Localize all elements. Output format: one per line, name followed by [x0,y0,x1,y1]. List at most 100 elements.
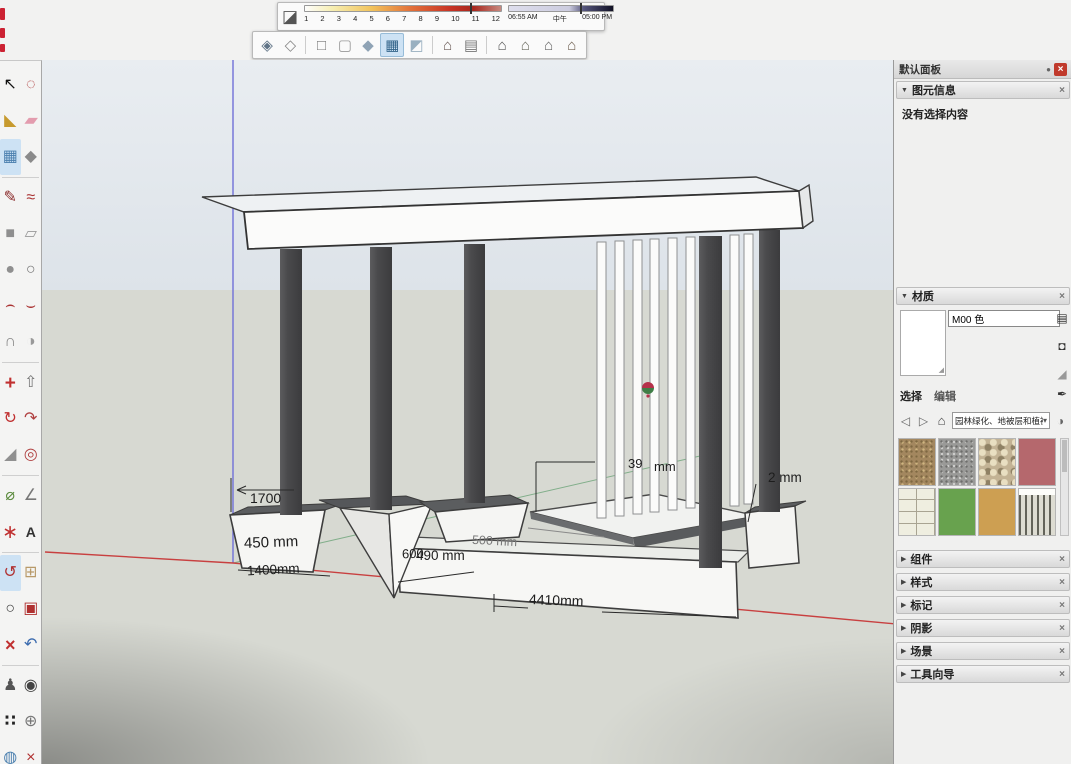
extra-tool-a[interactable]: ◍ [0,740,21,764]
rectangle-tool[interactable]: ■ [0,216,21,252]
model-canvas[interactable]: 1700 450 mm 1400mm 600 490 mm 500 mm 441… [42,60,893,764]
entity-info-close-icon[interactable]: × [1059,85,1065,96]
rotate-tool[interactable]: ↻ [0,401,21,437]
date-slider-handle[interactable] [470,3,472,14]
home-icon[interactable]: ⌂ [934,413,949,428]
tags-section[interactable]: ▶ 标记 × [896,596,1070,614]
materials-close-icon[interactable]: × [1059,291,1065,302]
paint-bucket-tool[interactable]: ◣ [0,103,21,139]
swatch-scrollbar[interactable] [1060,438,1069,536]
tape-measure-tool[interactable]: ⌀ [0,478,21,514]
view-iso-button[interactable]: ⌂ [437,34,459,56]
hidden-line-button[interactable]: ▢ [334,34,356,56]
view-back-button[interactable]: ⌂ [537,34,559,56]
back-edges-button[interactable]: ◇ [279,34,301,56]
select-tool[interactable]: ↖ [0,67,21,103]
zoom-tool[interactable]: ○ [0,591,21,627]
secondary-pane-toggle[interactable]: ◢ [1054,366,1070,382]
toggle-shadows-button[interactable]: ◪ [282,6,298,28]
tab-edit[interactable]: 编辑 [934,388,956,404]
material-sample-tool[interactable]: ▦ [0,139,21,175]
protractor-tool[interactable]: ∠ [21,478,42,514]
details-icon[interactable]: ◑ [1053,414,1068,428]
rotated-rectangle-tool[interactable]: ▱ [21,216,42,252]
section-plane-tool[interactable]: ⊕ [21,704,42,740]
look-around-tool[interactable]: ◉ [21,668,42,704]
scale-tool[interactable]: ◢ [0,437,21,473]
shadow-time-slider[interactable] [508,5,614,12]
material-swatch-solid-rose[interactable] [1018,438,1056,486]
view-right-button[interactable]: ⌂ [514,34,536,56]
sample-paint-button[interactable]: ✒ [1054,386,1070,402]
time-slider-handle[interactable] [580,3,582,14]
components-section[interactable]: ▶ 组件 × [896,550,1070,568]
back-arrow-icon[interactable]: ◁ [898,414,913,428]
eraser-tool[interactable]: ▰ [21,103,42,139]
monochrome-button[interactable]: ◩ [405,34,427,56]
zoom-window-tool[interactable]: ▣ [21,591,42,627]
3d-text-tool[interactable]: A [21,514,42,550]
line-tool[interactable]: ✎ [0,180,21,216]
two-point-arc-tool[interactable]: ⌣ [21,288,42,324]
material-swatch-fence-gray[interactable] [1018,488,1056,536]
scenes-section[interactable]: ▶ 场景 × [896,642,1070,660]
material-category-dropdown[interactable]: 园林绿化、地被层和植被 ▾ [952,412,1050,429]
arc-tool[interactable]: ⌢ [0,288,21,324]
previous-view-icon: ↶ [24,637,37,653]
styles-section[interactable]: ▶ 样式 × [896,573,1070,591]
entity-info-header[interactable]: ▼ 图元信息 × [896,81,1070,99]
follow-me-tool[interactable]: ↷ [21,401,42,437]
material-name-input[interactable] [948,310,1060,327]
pie-tool[interactable]: ◑ [21,324,42,360]
section-close-icon[interactable]: × [1059,669,1065,680]
move-tool[interactable]: + [0,365,21,401]
display-pane-button[interactable]: ◘ [1054,338,1070,354]
section-close-icon[interactable]: × [1059,623,1065,634]
shaded-textures-button[interactable]: ▦ [380,33,404,57]
section-close-icon[interactable]: × [1059,600,1065,611]
scrollbar-thumb[interactable] [1062,440,1067,472]
freehand-tool[interactable]: ≈ [21,180,42,216]
push-pull-tool[interactable]: ⇧ [21,365,42,401]
pin-icon[interactable]: ● [1046,65,1051,74]
material-swatch-gravel-gray[interactable] [938,438,976,486]
material-swatch-rocks-beige[interactable] [978,438,1016,486]
polygon-tool[interactable]: ○ [21,252,42,288]
section-close-icon[interactable]: × [1059,646,1065,657]
shadows-section[interactable]: ▶ 阴影 × [896,619,1070,637]
extra-tool-b[interactable]: × [21,740,42,764]
create-material-button[interactable]: ▤ [1054,310,1070,326]
offset-tool[interactable]: ◎ [21,437,42,473]
view-front-button[interactable]: ⌂ [491,34,513,56]
shadow-date-slider[interactable] [304,5,502,12]
axes-tool[interactable]: ∗ [0,514,21,550]
pan-tool[interactable]: ⊞ [21,555,42,591]
section-close-icon[interactable]: × [1059,554,1065,565]
orbit-tool[interactable]: ↺ [0,555,21,591]
view-left-button[interactable]: ⌂ [561,34,583,56]
forward-arrow-icon[interactable]: ▷ [916,414,931,428]
tab-select[interactable]: 选择 [900,388,922,404]
material-swatch-pavers-white[interactable] [898,488,936,536]
view-top-button[interactable]: ▤ [460,34,482,56]
material-swatch-solid-green[interactable] [938,488,976,536]
lasso-select-tool[interactable]: ◌ [21,67,42,103]
preview-resize-icon[interactable]: ◢ [939,366,944,374]
shaded-button[interactable]: ◆ [357,34,379,56]
tray-titlebar[interactable]: 默认面板 ● × [894,60,1071,79]
zoom-extents-tool[interactable]: × [0,627,21,663]
three-point-arc-tool[interactable]: ∩ [0,324,21,360]
instructor-section[interactable]: ▶ 工具向导 × [896,665,1070,683]
section-close-icon[interactable]: × [1059,577,1065,588]
xray-button[interactable]: ◈ [256,34,278,56]
materials-header[interactable]: ▼ 材质 × [896,287,1070,305]
circle-tool[interactable]: ● [0,252,21,288]
tray-close-button[interactable]: × [1054,63,1067,76]
material-swatch-solid-tan[interactable] [978,488,1016,536]
make-component-tool[interactable]: ◆ [21,139,42,175]
walk-tool[interactable]: ∷ [0,704,21,740]
position-camera-tool[interactable]: ♟ [0,668,21,704]
previous-view-tool[interactable]: ↶ [21,627,42,663]
material-swatch-gravel-brown[interactable] [898,438,936,486]
wireframe-button[interactable]: □ [310,34,332,56]
